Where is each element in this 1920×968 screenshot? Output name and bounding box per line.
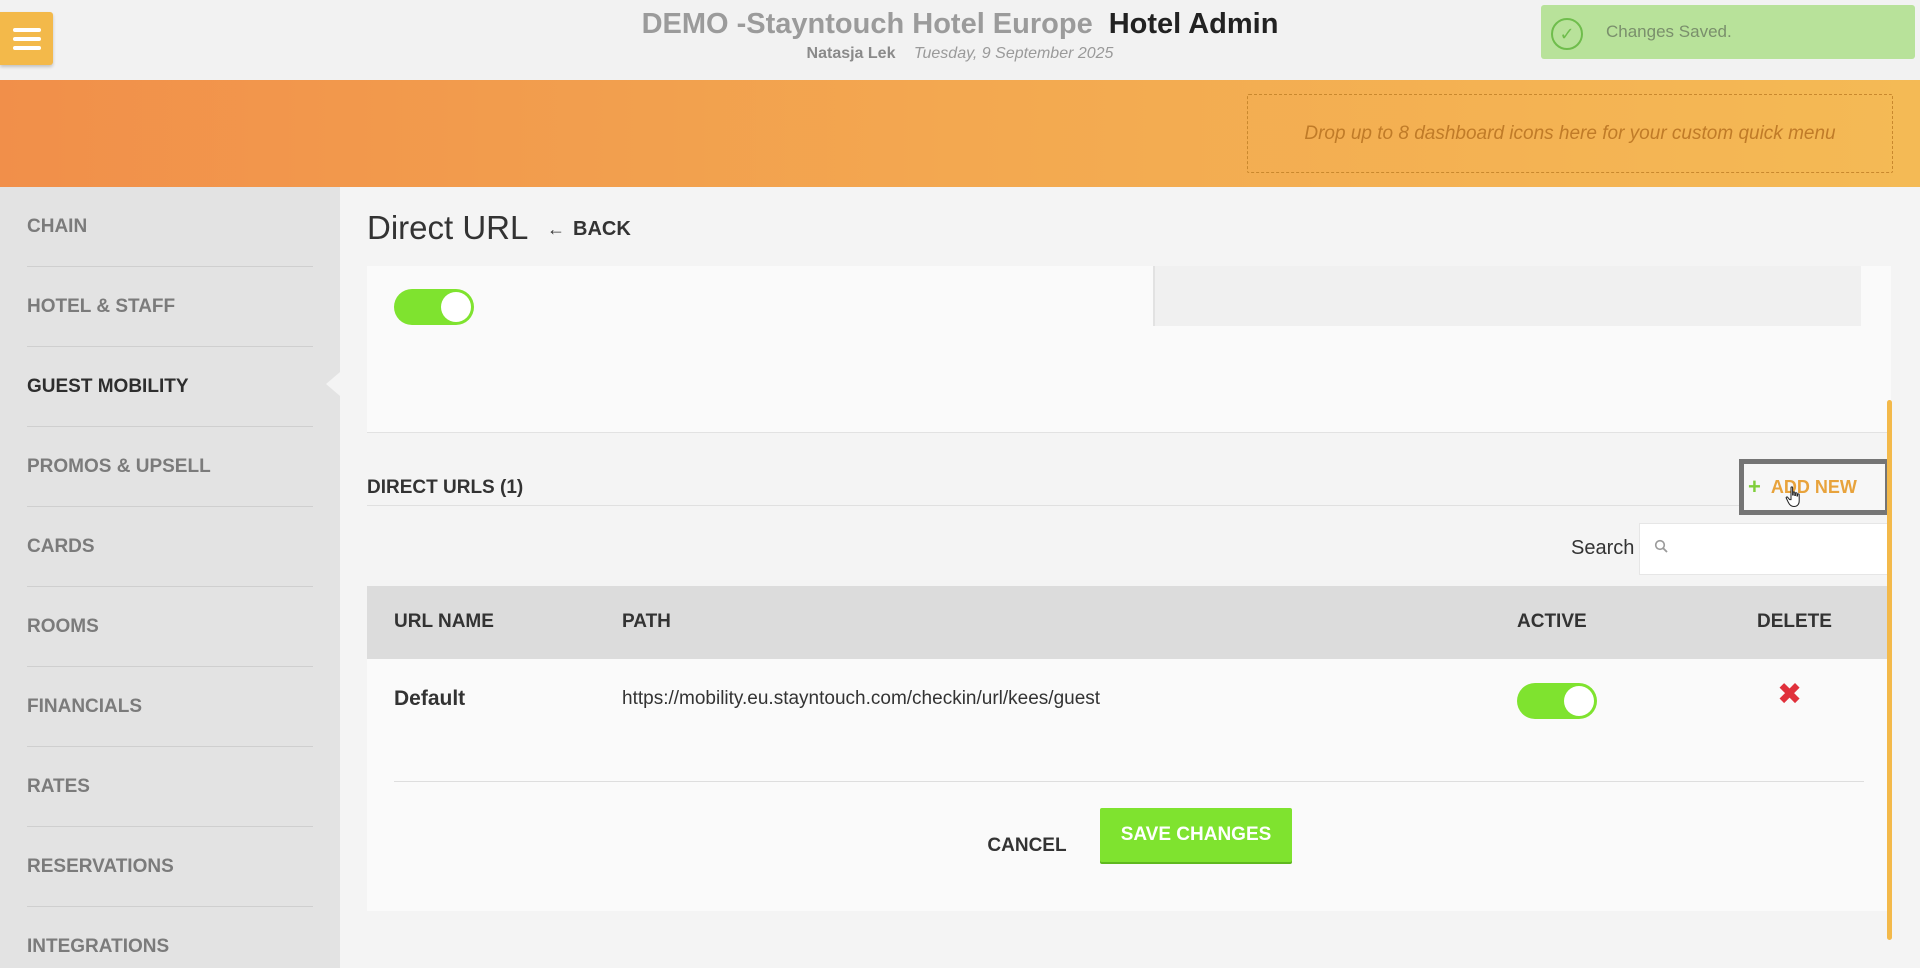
url-name-cell: Default [394, 687, 466, 710]
active-item-pointer [326, 372, 340, 396]
add-new-button[interactable]: + ADD NEW [1739, 459, 1890, 515]
column-header-delete: DELETE [1757, 611, 1832, 632]
cancel-button[interactable]: CANCEL [982, 826, 1072, 866]
active-toggle[interactable] [1517, 683, 1597, 719]
quick-menu-drop-zone[interactable]: Drop up to 8 dashboard icons here for yo… [1247, 94, 1893, 173]
section-divider [367, 505, 1891, 506]
app-name: Hotel Admin [1108, 8, 1279, 40]
column-header-url-name: URL NAME [394, 611, 494, 632]
toast-message: Changes Saved. [1606, 22, 1732, 41]
changes-saved-toast: ✓ Changes Saved. [1541, 5, 1915, 59]
check-circle-icon: ✓ [1551, 18, 1583, 50]
table-header: URL NAME PATH ACTIVE DELETE [367, 586, 1891, 659]
back-label: BACK [573, 218, 631, 240]
quick-menu-band: Drop up to 8 dashboard icons here for yo… [0, 80, 1920, 187]
delete-icon[interactable]: ✖ [1777, 677, 1802, 712]
sidebar-item-promos-upsell[interactable]: PROMOS & UPSELL [27, 427, 313, 507]
column-header-active: ACTIVE [1517, 611, 1587, 632]
sidebar: CHAIN HOTEL & STAFF GUEST MOBILITY PROMO… [0, 187, 340, 968]
hotel-name: DEMO -Stayntouch Hotel Europe [641, 8, 1093, 40]
sidebar-item-chain[interactable]: CHAIN [27, 187, 313, 267]
sidebar-item-financials[interactable]: FINANCIALS [27, 667, 313, 747]
sidebar-item-hotel-staff[interactable]: HOTEL & STAFF [27, 267, 313, 347]
business-date: Tuesday, 9 September 2025 [913, 45, 1114, 62]
sidebar-item-integrations[interactable]: INTEGRATIONS [27, 907, 313, 968]
add-new-label: ADD NEW [1770, 476, 1857, 497]
sidebar-item-rates[interactable]: RATES [27, 747, 313, 827]
plus-icon: + [1748, 474, 1761, 499]
toggle-knob [1564, 686, 1594, 716]
hand-cursor-icon [1785, 486, 1800, 508]
arrow-left-icon: ← [547, 219, 565, 239]
settings-side-panel [1153, 266, 1861, 326]
back-button[interactable]: ← BACK [547, 218, 631, 241]
settings-card [367, 266, 1891, 433]
search-field[interactable] [1639, 523, 1891, 575]
url-path-cell: https://mobility.eu.stayntouch.com/check… [622, 688, 1101, 709]
save-changes-button[interactable]: SAVE CHANGES [1100, 808, 1292, 862]
direct-urls-table: URL NAME PATH ACTIVE DELETE Default http… [367, 586, 1891, 911]
top-header: DEMO -Stayntouch Hotel Europe Hotel Admin… [0, 0, 1920, 80]
sidebar-item-guest-mobility[interactable]: GUEST MOBILITY [27, 347, 313, 427]
sidebar-item-cards[interactable]: CARDS [27, 507, 313, 587]
row-divider [394, 781, 1864, 782]
search-label: Search [1571, 537, 1635, 559]
direct-urls-heading: DIRECT URLS (1) [367, 477, 524, 498]
toggle-knob [441, 292, 471, 322]
user-name: Natasja Lek [806, 45, 896, 62]
sidebar-item-reservations[interactable]: RESERVATIONS [27, 827, 313, 907]
scrollbar[interactable] [1887, 400, 1892, 940]
sidebar-item-rooms[interactable]: ROOMS [27, 587, 313, 667]
table-row[interactable]: Default https://mobility.eu.stayntouch.c… [367, 659, 1891, 781]
main-content: Direct URL ← BACK DIRECT URLS (1) + ADD N… [340, 187, 1920, 968]
page-title: Direct URL [367, 209, 529, 246]
column-header-path: PATH [622, 611, 671, 632]
search-input[interactable] [1680, 532, 1880, 566]
search-icon [1654, 539, 1668, 553]
settings-toggle[interactable] [394, 289, 474, 325]
